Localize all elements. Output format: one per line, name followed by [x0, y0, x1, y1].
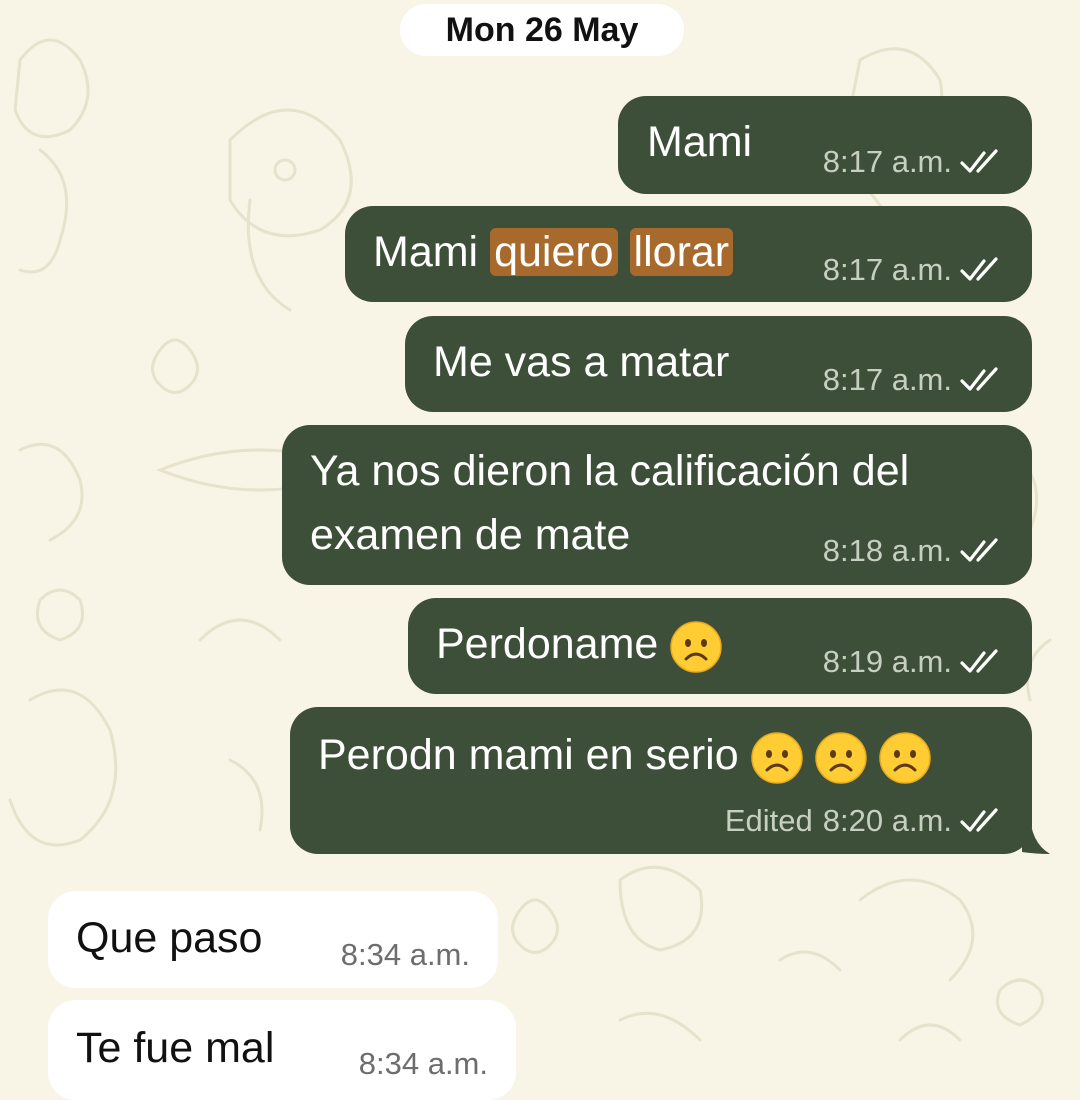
message-meta: 8:17 a.m. — [823, 144, 1004, 180]
message-text-part: Perdoname — [436, 620, 659, 668]
highlighted-word: llorar — [629, 228, 734, 276]
message-time: 8:20 a.m. — [822, 803, 952, 838]
message-time: 8:17 a.m. — [822, 144, 952, 179]
frowning-face-icon — [750, 731, 803, 784]
message-text-line: Ya nos dieron la calificación del — [310, 447, 910, 495]
read-double-check-icon — [960, 649, 998, 673]
message-text: Mami quiero llorar — [373, 221, 734, 283]
read-double-check-icon — [960, 149, 998, 173]
outgoing-message[interactable]: Me vas a matar 8:17 a.m. — [405, 316, 1032, 412]
message-meta: 8:19 a.m. — [823, 644, 1004, 680]
message-text: Te fue mal — [76, 1024, 275, 1072]
message-time: 8:34 a.m. — [358, 1046, 488, 1081]
message-time: 8:18 a.m. — [822, 533, 952, 568]
message-time: 8:19 a.m. — [822, 644, 952, 679]
frowning-face-icon — [878, 731, 931, 784]
read-double-check-icon — [960, 257, 998, 281]
read-double-check-icon — [960, 367, 998, 391]
message-meta: 8:17 a.m. — [823, 252, 1004, 288]
message-meta: 8:18 a.m. — [823, 533, 1004, 569]
outgoing-message[interactable]: Ya nos dieron la calificación del examen… — [282, 425, 1032, 585]
outgoing-message[interactable]: Mami quiero llorar 8:17 a.m. — [345, 206, 1032, 302]
message-text: Que paso — [76, 914, 263, 962]
incoming-message[interactable]: Que paso 8:34 a.m. — [48, 891, 498, 988]
message-meta: 8:34 a.m. — [359, 1046, 488, 1082]
message-text-part: Perodn mami en serio — [318, 731, 739, 779]
message-text-part: Mami — [373, 228, 491, 276]
message-meta: 8:17 a.m. — [823, 362, 1004, 398]
frowning-face-icon — [814, 731, 867, 784]
message-meta: Edited 8:20 a.m. — [725, 803, 1004, 839]
message-time: 8:34 a.m. — [340, 937, 470, 972]
message-text-line: examen de mate — [310, 511, 631, 559]
outgoing-message[interactable]: Mami 8:17 a.m. — [618, 96, 1032, 194]
message-text: Mami — [647, 118, 753, 166]
outgoing-message[interactable]: Perdoname 8:19 a.m. — [408, 598, 1032, 694]
message-text: Perodn mami en serio — [318, 724, 931, 786]
read-double-check-icon — [960, 538, 998, 562]
message-text: Perdoname — [436, 613, 723, 675]
message-time: 8:17 a.m. — [822, 362, 952, 397]
outgoing-message[interactable]: Perodn mami en serio Edited 8:20 a.m. — [290, 707, 1032, 854]
date-separator: Mon 26 May — [400, 4, 684, 56]
message-text: Me vas a matar — [433, 338, 730, 386]
frowning-face-icon — [670, 620, 723, 673]
message-meta: 8:34 a.m. — [341, 937, 470, 973]
message-time: 8:17 a.m. — [822, 252, 952, 287]
incoming-message[interactable]: Te fue mal 8:34 a.m. — [48, 1000, 516, 1100]
read-double-check-icon — [960, 808, 998, 832]
highlighted-word: quiero — [490, 228, 618, 276]
edited-label: Edited — [724, 803, 813, 838]
